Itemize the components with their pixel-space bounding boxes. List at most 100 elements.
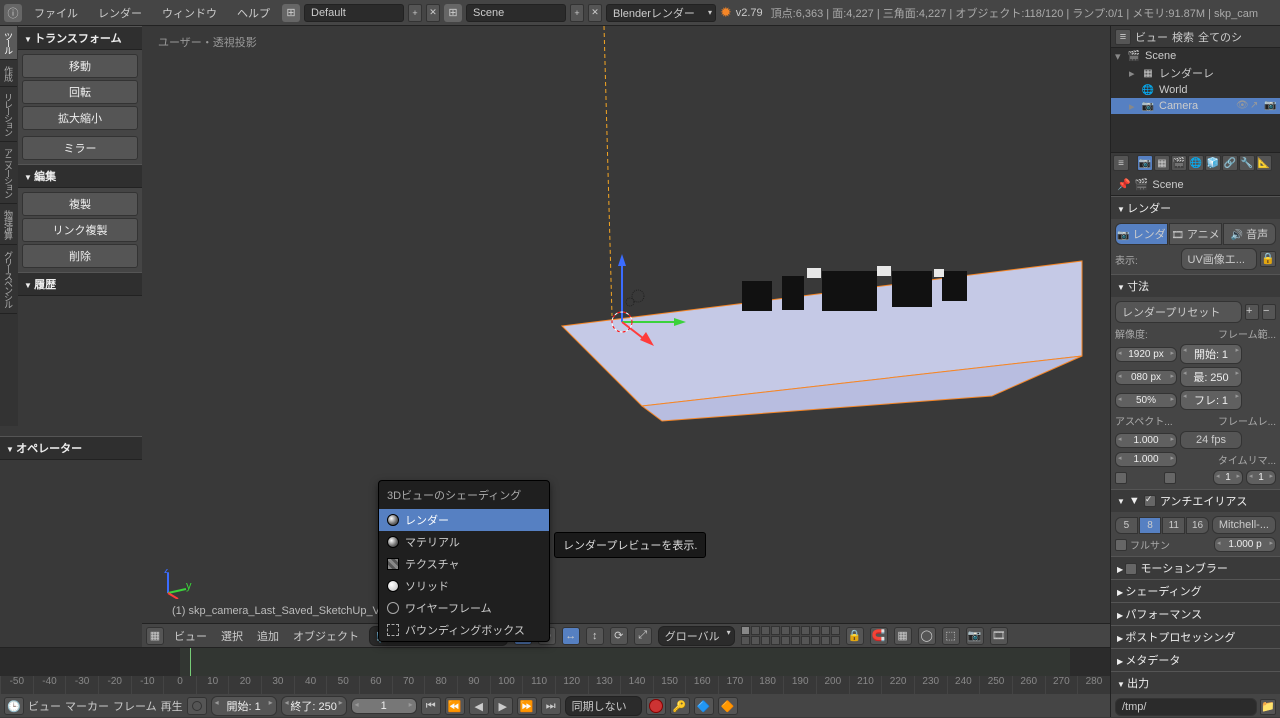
jump-end-button[interactable]: ⏭ [541, 697, 561, 715]
edit-delete-button[interactable]: 削除 [22, 244, 138, 268]
panel-edit-header[interactable]: 編集 [18, 164, 142, 188]
toolshelf-tab-animation[interactable]: アニメーション [0, 142, 17, 204]
shading-item-solid[interactable]: ソリッド [379, 575, 549, 597]
frame-end-prop[interactable]: 最: 250 [1180, 367, 1242, 387]
transform-move-button[interactable]: 移動 [22, 54, 138, 78]
new-map-field[interactable]: 1 [1246, 470, 1276, 485]
proportional-toggle[interactable]: ◯ [918, 627, 936, 645]
props-tab-modifiers[interactable]: 🔧 [1239, 155, 1255, 171]
outliner-tree[interactable]: ▾🎬Scene▸▦レンダーレ🌐World▸📷Camera👁↗📷 [1111, 48, 1280, 152]
fullsample-checkbox[interactable] [1115, 539, 1127, 551]
vp-menu-object[interactable]: オブジェクト [289, 628, 363, 644]
info-editor-icon[interactable]: ⓘ [4, 4, 22, 22]
aa-16[interactable]: 16 [1186, 517, 1209, 534]
layers-widget[interactable] [741, 626, 840, 645]
tl-menu-playback[interactable]: 再生 [161, 698, 183, 714]
snap-toggle[interactable]: 🧲 [870, 627, 888, 645]
aa-5[interactable]: 5 [1115, 517, 1138, 534]
frame-start-field[interactable]: 開始: 1 [211, 696, 277, 716]
screen-browse-icon[interactable]: ⊞ [282, 4, 300, 22]
render-audio-button[interactable]: 🔊 音声 [1223, 223, 1276, 245]
play-reverse-button[interactable]: ◀ [469, 697, 489, 715]
render-engine-dropdown[interactable]: Blenderレンダー [606, 4, 716, 22]
shading-item-material[interactable]: マテリアル [379, 531, 549, 553]
props-tab-render[interactable]: 📷 [1137, 155, 1153, 171]
frame-end-field[interactable]: 終了: 250 [281, 696, 347, 716]
filter-size-field[interactable]: 1.000 p [1214, 537, 1276, 552]
operator-header[interactable]: オペレーター [0, 436, 142, 460]
crop-checkbox[interactable] [1164, 472, 1176, 484]
shading-item-rendered[interactable]: レンダー [379, 509, 549, 531]
border-checkbox[interactable] [1115, 472, 1127, 484]
scene-browse-icon[interactable]: ⊞ [444, 4, 462, 22]
scene-add-button[interactable]: + [570, 4, 584, 22]
snap-type[interactable]: ▦ [894, 627, 912, 645]
fps-dropdown[interactable]: 24 fps [1180, 431, 1242, 449]
toolshelf-tab-relations[interactable]: リレーション [0, 87, 17, 142]
old-map-field[interactable]: 1 [1213, 470, 1243, 485]
layout-add-button[interactable]: + [408, 4, 422, 22]
aa-filter-dropdown[interactable]: Mitchell-... [1212, 516, 1276, 534]
outliner-row[interactable]: ▸▦レンダーレ [1111, 64, 1280, 82]
aa-8[interactable]: 8 [1139, 517, 1162, 534]
render-anim-button[interactable]: 🎞 アニメ [1169, 223, 1222, 245]
insert-keyframe-button[interactable]: 🔷 [694, 697, 714, 715]
layout-remove-button[interactable]: ✕ [426, 4, 440, 22]
toolshelf-tab-tools[interactable]: ツール [0, 26, 17, 60]
section-render-header[interactable]: レンダー [1111, 197, 1280, 219]
menu-window[interactable]: ウィンドウ [154, 1, 225, 25]
output-path-field[interactable]: /tmp/ [1115, 698, 1257, 716]
tl-menu-view[interactable]: ビュー [28, 698, 61, 714]
menu-file[interactable]: ファイル [26, 1, 86, 25]
toolshelf-tab-physics[interactable]: 物理演算 [0, 204, 17, 245]
scene-name-field[interactable]: Scene [466, 4, 566, 22]
props-tab-data[interactable]: 📐 [1256, 155, 1272, 171]
output-browse-button[interactable]: 📁 [1260, 699, 1276, 715]
aspect-x-field[interactable]: 1.000 [1115, 433, 1177, 448]
toolshelf-tab-greasepencil[interactable]: グリースペンシル [0, 245, 17, 314]
edit-duplicate-button[interactable]: 複製 [22, 192, 138, 216]
res-y-field[interactable]: 080 px [1115, 370, 1177, 385]
render-image-button[interactable]: 📷 レンダ [1115, 223, 1168, 245]
section-output-header[interactable]: 出力 [1111, 672, 1280, 694]
manipulator-translate[interactable]: ↕ [586, 627, 604, 645]
record-button[interactable] [646, 697, 666, 715]
render-preset-dropdown[interactable]: レンダープリセット [1115, 301, 1242, 323]
frame-step-prop[interactable]: フレ: 1 [1180, 390, 1242, 410]
orientation-dropdown[interactable]: グローバル [658, 626, 735, 646]
motionblur-checkbox[interactable] [1125, 563, 1137, 575]
preset-remove-button[interactable]: − [1262, 304, 1276, 320]
props-editor-icon[interactable]: ≡ [1113, 155, 1129, 171]
panel-transform-header[interactable]: トランスフォーム [18, 26, 142, 50]
section-performance[interactable]: パフォーマンス [1111, 603, 1280, 625]
delete-keyframe-button[interactable]: 🔶 [718, 697, 738, 715]
preset-add-button[interactable]: + [1245, 304, 1259, 320]
menu-render[interactable]: レンダー [90, 1, 150, 25]
vp-menu-view[interactable]: ビュー [170, 628, 211, 644]
frame-start-prop[interactable]: 開始: 1 [1180, 344, 1242, 364]
aa-11[interactable]: 11 [1162, 517, 1185, 534]
outliner-row[interactable]: 🌐World [1111, 82, 1280, 98]
editor-type-icon[interactable]: ▦ [146, 627, 164, 645]
transform-mirror-button[interactable]: ミラー [22, 136, 138, 160]
vp-menu-select[interactable]: 選択 [217, 628, 247, 644]
outliner-menu-search[interactable]: 検索 [1172, 29, 1194, 45]
props-tab-object[interactable]: 🧊 [1205, 155, 1221, 171]
edit-duplicate-linked-button[interactable]: リンク複製 [22, 218, 138, 242]
manipulator-toggle[interactable]: ↔ [562, 627, 580, 645]
frame-current-field[interactable]: 1 [351, 698, 417, 714]
transform-scale-button[interactable]: 拡大縮小 [22, 106, 138, 130]
keyframe-prev-button[interactable]: ⏪ [445, 697, 465, 715]
res-pct-field[interactable]: 50% [1115, 393, 1177, 408]
shading-item-bounding[interactable]: バウンディングボックス [379, 619, 549, 641]
section-dimensions-header[interactable]: 寸法 [1111, 275, 1280, 297]
play-button[interactable]: ▶ [493, 697, 513, 715]
shading-item-wireframe[interactable]: ワイヤーフレーム [379, 597, 549, 619]
keyframe-next-button[interactable]: ⏩ [517, 697, 537, 715]
section-shading[interactable]: シェーディング [1111, 580, 1280, 602]
keying-set-button[interactable]: 🔑 [670, 697, 690, 715]
props-tab-renderlayers[interactable]: ▦ [1154, 155, 1170, 171]
render-border-button[interactable]: ⬚ [942, 627, 960, 645]
transform-rotate-button[interactable]: 回転 [22, 80, 138, 104]
panel-history-header[interactable]: 履歴 [18, 272, 142, 296]
